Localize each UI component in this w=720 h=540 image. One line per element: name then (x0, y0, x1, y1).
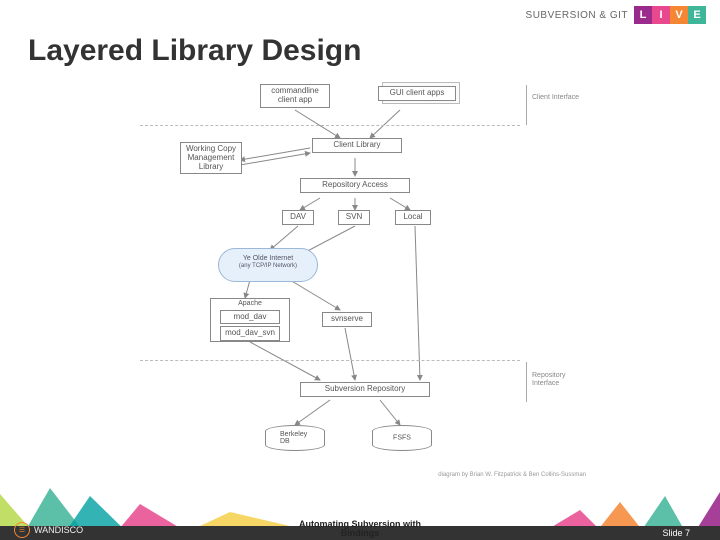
footer-logo: ☰ WANDISCO (14, 522, 83, 538)
footer-logo-text: WANDISCO (34, 525, 83, 535)
slide-footer: ☰ WANDISCO Automating Subversion with Bi… (0, 488, 720, 540)
live-i: I (652, 6, 670, 24)
footer-center-bottom: Bindings (299, 529, 421, 538)
client-interface-label: Client Interface (532, 94, 579, 102)
wandisco-icon: ☰ (14, 522, 30, 538)
footer-center: Automating Subversion with Bindings (299, 520, 421, 538)
apache-label: Apache (213, 300, 287, 308)
fsfs-label: FSFS (393, 435, 411, 442)
slide-header: SUBVERSION & GIT L I V E (526, 6, 706, 24)
ra-svn-box: SVN (338, 210, 370, 225)
repo-box: Subversion Repository (300, 382, 430, 397)
cli-box: commandline client app (260, 84, 330, 108)
layer-divider (140, 360, 520, 361)
ra-local-box: Local (395, 210, 431, 225)
wc-lib-box: Working Copy Management Library (180, 142, 242, 174)
ra-dav-box: DAV (282, 210, 314, 225)
brace (526, 85, 527, 125)
diagram-attribution: diagram by Brian W. Fitzpatrick & Ben Co… (438, 472, 586, 478)
bdb-cylinder: Berkeley DB (265, 425, 325, 451)
architecture-diagram: Client Interface Repository Interface co… (140, 80, 590, 480)
fsfs-cylinder: FSFS (372, 425, 432, 451)
live-v: V (670, 6, 688, 24)
gui-box: GUI client apps (378, 86, 456, 101)
slide-title: Layered Library Design (28, 34, 361, 68)
brand-text: SUBVERSION & GIT (526, 10, 628, 21)
layer-divider (140, 125, 520, 126)
repo-access-box: Repository Access (300, 178, 410, 193)
client-library-box: Client Library (312, 138, 402, 153)
internet-cloud: Ye Olde Internet (any TCP/IP Network) (218, 248, 318, 282)
repo-interface-label: Repository Interface (532, 372, 590, 387)
mod-dav-box: mod_dav (220, 310, 280, 325)
brace (526, 362, 527, 402)
svnserve-box: svnserve (322, 312, 372, 327)
apache-box: Apache mod_dav mod_dav_svn (210, 298, 290, 342)
live-e: E (688, 6, 706, 24)
cloud-title: Ye Olde Internet (219, 255, 317, 263)
mod-dav-svn-box: mod_dav_svn (220, 326, 280, 341)
slide-number: Slide 7 (662, 528, 690, 538)
bdb-label: Berkeley DB (280, 431, 310, 445)
live-badge: L I V E (634, 6, 706, 24)
live-l: L (634, 6, 652, 24)
cloud-sub: (any TCP/IP Network) (219, 263, 317, 270)
